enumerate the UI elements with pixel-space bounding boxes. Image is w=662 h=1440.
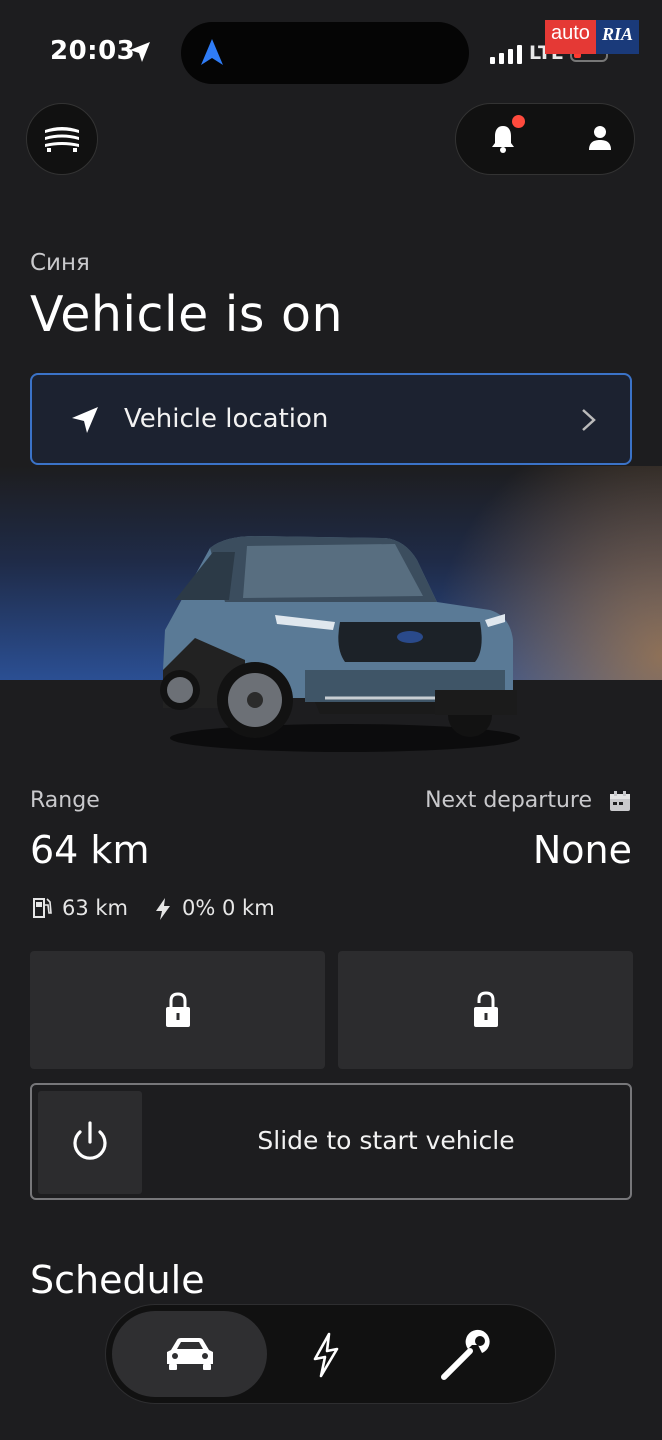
slider-handle[interactable] <box>38 1091 142 1194</box>
lock-button[interactable] <box>30 951 325 1069</box>
electric-range: 0% 0 km <box>182 896 275 920</box>
slider-label: Slide to start vehicle <box>257 1126 515 1155</box>
schedule-heading: Schedule <box>30 1258 205 1302</box>
range-value: 64 km <box>30 828 150 872</box>
lock-icon <box>165 992 190 1027</box>
notification-badge <box>512 115 525 128</box>
stack-menu-icon <box>45 127 79 152</box>
bottom-navigation <box>105 1304 556 1404</box>
fuel-pump-icon <box>33 898 52 918</box>
tab-vehicle[interactable] <box>112 1311 267 1397</box>
tab-energy[interactable] <box>296 1325 356 1385</box>
status-time: 20:03 <box>50 36 136 66</box>
next-departure-label: Next departure <box>425 788 592 813</box>
vehicle-name: Синя <box>30 250 90 276</box>
calendar-icon[interactable] <box>609 790 631 812</box>
person-icon[interactable] <box>586 124 614 152</box>
bolt-icon <box>156 898 170 920</box>
wrench-icon <box>441 1329 490 1380</box>
range-label: Range <box>30 788 100 813</box>
vehicle-status: Vehicle is on <box>30 286 344 343</box>
bell-icon[interactable] <box>488 122 518 154</box>
power-icon <box>73 1120 107 1160</box>
navigation-activity-icon <box>201 39 223 65</box>
navigation-arrow-icon <box>72 407 98 433</box>
menu-button[interactable] <box>26 103 98 175</box>
tab-service[interactable] <box>436 1325 496 1385</box>
fuel-range: 63 km <box>62 896 129 920</box>
unlock-button[interactable] <box>338 951 633 1069</box>
vehicle-image <box>160 536 520 752</box>
signal-strength-icon <box>490 45 522 64</box>
dynamic-island <box>181 22 469 84</box>
location-services-icon <box>130 42 150 62</box>
watermark-part2: RIA <box>595 20 639 54</box>
next-departure-value: None <box>532 828 632 872</box>
car-icon <box>166 1338 213 1370</box>
chevron-right-icon <box>582 409 596 431</box>
start-vehicle-slider[interactable]: Slide to start vehicle <box>30 1083 632 1200</box>
vehicle-location-button[interactable]: Vehicle location <box>30 373 632 465</box>
watermark-part1: auto <box>545 20 596 54</box>
watermark-logo: auto RIA <box>545 20 639 54</box>
bolt-icon <box>313 1332 339 1378</box>
vehicle-location-label: Vehicle location <box>124 404 329 434</box>
unlock-icon <box>473 991 498 1027</box>
